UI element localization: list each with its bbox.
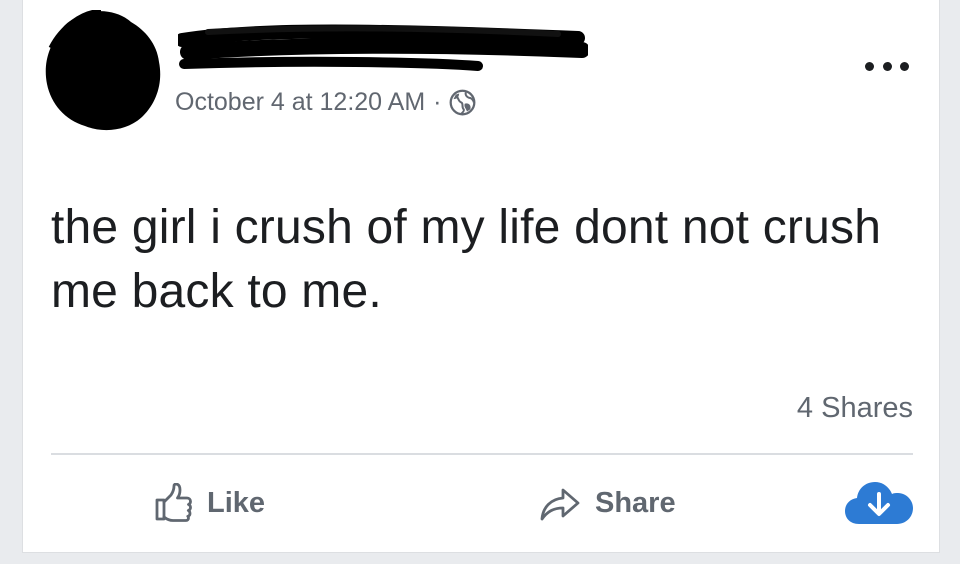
share-arrow-icon (540, 488, 580, 521)
avatar-redaction (45, 10, 161, 131)
more-dot (900, 61, 909, 71)
post-timestamp[interactable]: October 4 at 12:20 AM (175, 88, 425, 117)
meta-separator: · (433, 87, 442, 116)
thumbs-up-icon (155, 483, 192, 522)
share-button[interactable]: Share (539, 478, 676, 528)
name-redaction (178, 24, 588, 71)
more-dot (865, 61, 874, 71)
like-label: Like (207, 486, 266, 519)
more-options-icon[interactable] (865, 56, 909, 76)
globe-icon[interactable] (449, 89, 476, 116)
more-dot (882, 61, 892, 71)
share-label: Share (595, 486, 676, 519)
shares-count[interactable]: 4 Shares (797, 392, 913, 425)
like-button[interactable]: Like (153, 478, 265, 528)
cloud-download-icon[interactable] (843, 478, 915, 528)
post-meta: October 4 at 12:20 AM · (175, 86, 476, 118)
action-divider (51, 453, 913, 455)
post-card: October 4 at 12:20 AM · the girl i crush… (22, 0, 940, 553)
post-text: the girl i crush of my life dont not cru… (51, 201, 882, 318)
